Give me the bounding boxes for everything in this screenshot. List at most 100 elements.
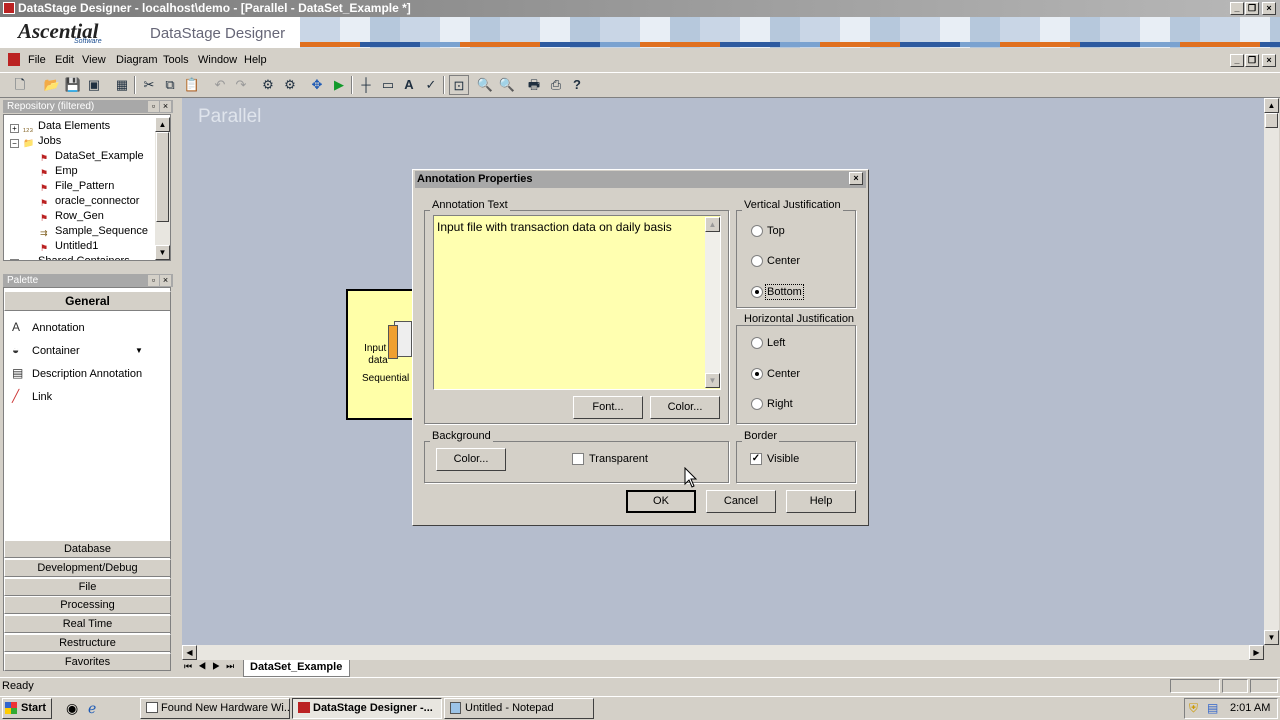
text-icon[interactable]: A [399,75,419,95]
mdi-restore-icon[interactable]: ❐ [1245,54,1259,67]
repo-item[interactable]: ⚑ oracle_connector [40,195,139,209]
check-icon[interactable]: ✓ [421,75,441,95]
run-director-icon[interactable]: ✥ [307,75,327,95]
properties-icon[interactable]: ▦ [112,75,132,95]
copy-icon[interactable]: ⧉ [160,75,180,95]
palette-category-general[interactable]: General [4,291,171,311]
canvas-scroll-left-icon[interactable]: ◀ [182,645,197,660]
undo-icon[interactable]: ↶ [210,75,230,95]
print-icon[interactable]: 🖶 [524,75,544,95]
repo-item[interactable]: ⚑ Untitled1 [40,240,98,254]
radio-center-horizontal-label[interactable]: Center [767,368,800,380]
annotation-tool-icon[interactable]: ▭ [378,75,398,95]
radio-right-label[interactable]: Right [767,398,793,410]
menu-tools[interactable]: Tools [163,54,189,66]
transparent-checkbox[interactable] [572,453,584,465]
menu-edit[interactable]: Edit [55,54,74,66]
tree-expander-icon[interactable]: + [10,259,19,260]
restore-icon[interactable]: ❐ [1245,2,1259,15]
save-all-icon[interactable]: ▣ [84,75,104,95]
palette-category[interactable]: File [4,577,171,596]
palette-item[interactable]: Description Annotation [32,368,142,380]
compile-icon[interactable]: ⚙ [258,75,278,95]
repo-item[interactable]: + ₁₂₃ Data Elements [10,120,110,134]
palette-category[interactable]: Processing [4,596,171,615]
validate-icon[interactable]: ⚙ [280,75,300,95]
mdi-close-icon[interactable]: × [1262,54,1276,67]
repo-item[interactable]: + ▣ Shared Containers [10,255,130,260]
repository-float-icon[interactable]: ▫ [148,101,159,112]
background-color-button[interactable]: Color... [436,448,506,471]
radio-left[interactable] [751,337,763,349]
font-button[interactable]: Font... [573,396,643,419]
repo-item[interactable]: ⇉ Sample_Sequence [40,225,148,239]
annotation-scroll-up-icon[interactable]: ▲ [705,217,720,232]
help-button[interactable]: Help [786,490,856,513]
palette-category[interactable]: Database [4,540,171,558]
canvas-scroll-right-icon[interactable]: ▶ [1249,645,1264,660]
visible-label[interactable]: Visible [767,453,799,465]
canvas-horizontal-scrollbar[interactable] [182,645,1264,660]
repo-item[interactable]: ⚑ Row_Gen [40,210,104,224]
cut-icon[interactable]: ✂ [139,75,159,95]
palette-category[interactable]: Development/Debug [4,558,171,577]
ok-button[interactable]: OK [626,490,696,513]
network-icon[interactable]: ▤ [1207,701,1218,715]
tree-expander-icon[interactable]: + [10,124,19,133]
radio-bottom[interactable] [751,286,763,298]
dialog-close-icon[interactable]: × [849,172,863,185]
palette-float-icon[interactable]: ▫ [148,275,159,286]
task-found-new-hardware[interactable]: Found New Hardware Wi... [140,698,290,719]
menu-help[interactable]: Help [244,54,267,66]
canvas-scroll-down-icon[interactable]: ▼ [1264,630,1279,645]
sequential-file-stage[interactable]: Input f data Sequential [346,289,414,420]
radio-top[interactable] [751,225,763,237]
quicklaunch-explorer-icon[interactable]: ◉ [66,700,78,717]
radio-right[interactable] [751,398,763,410]
task-notepad[interactable]: Untitled - Notepad [444,698,594,719]
radio-left-label[interactable]: Left [767,337,785,349]
document-icon[interactable] [8,53,20,66]
close-icon[interactable]: × [1262,2,1276,15]
palette-close-icon[interactable]: × [160,275,171,286]
radio-center-vertical-label[interactable]: Center [767,255,800,267]
repository-close-icon[interactable]: × [160,101,171,112]
tab-nav-icons[interactable]: ⏮◀▶⏭ [184,661,240,672]
canvas-vertical-scrollbar[interactable] [1264,98,1279,645]
minimize-icon[interactable]: _ [1230,2,1244,15]
zoom-out-icon[interactable]: 🔍 [497,75,517,95]
help-icon[interactable]: ? [567,75,587,95]
menu-diagram[interactable]: Diagram [116,54,158,66]
palette-category[interactable]: Favorites [4,652,171,671]
run-icon[interactable]: ▶ [329,75,349,95]
save-icon[interactable]: 💾 [63,75,83,95]
snap-icon[interactable]: ⊡ [449,75,469,95]
grid-icon[interactable]: ┼ [356,75,376,95]
palette-item[interactable]: Container [32,345,80,357]
radio-center-vertical[interactable] [751,255,763,267]
transparent-label[interactable]: Transparent [589,453,648,465]
repo-item[interactable]: ⚑ DataSet_Example [40,150,144,164]
menu-view[interactable]: View [82,54,106,66]
annotation-textarea[interactable]: Input file with transaction data on dail… [433,215,721,390]
menu-file[interactable]: File [28,54,46,66]
palette-category[interactable]: Real Time [4,615,171,634]
radio-top-label[interactable]: Top [767,225,785,237]
mdi-minimize-icon[interactable]: _ [1230,54,1244,67]
print-preview-icon[interactable]: ⎙ [546,75,566,95]
repo-item[interactable]: − 📁 Jobs [10,135,61,149]
text-color-button[interactable]: Color... [650,396,720,419]
palette-category[interactable]: Restructure [4,634,171,652]
zoom-in-icon[interactable]: 🔍 [475,75,495,95]
palette-item[interactable]: Link [32,391,52,403]
palette-item[interactable]: Annotation [32,322,85,334]
repo-item[interactable]: ⚑ Emp [40,165,78,179]
paste-icon[interactable]: 📋 [182,75,202,95]
annotation-scrollbar[interactable] [705,217,720,388]
visible-checkbox[interactable]: ✓ [750,453,762,465]
annotation-scroll-down-icon[interactable]: ▼ [705,373,720,388]
menu-window[interactable]: Window [198,54,237,66]
app-icon[interactable] [3,2,15,14]
security-shield-icon[interactable]: ⛨ [1189,701,1198,716]
cancel-button[interactable]: Cancel [706,490,776,513]
